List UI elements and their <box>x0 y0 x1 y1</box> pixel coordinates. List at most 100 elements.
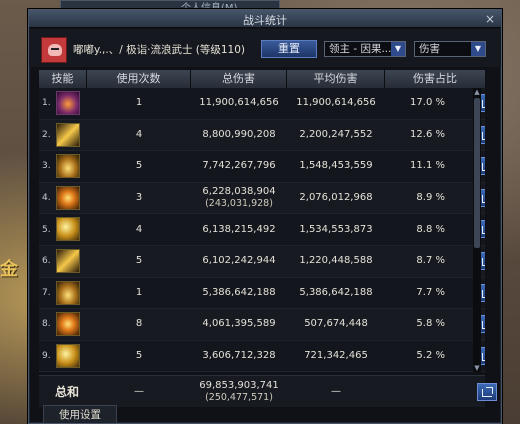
table-scrollbar[interactable]: ▲ ▼ <box>473 88 481 372</box>
total-label: 总和 <box>55 385 80 399</box>
row-total-cell: 11,900,614,656 <box>191 88 287 119</box>
row-count: 1 <box>135 97 143 109</box>
table-row: 6. 5 6,102,242,944 1,220,448,588 8.7 % <box>39 245 485 278</box>
row-total: 7,742,267,796 <box>202 160 276 172</box>
tab-usage-settings[interactable]: 使用设置 <box>43 405 117 423</box>
table-header: 技能 使用次数 总伤害 平均伤害 伤害占比 <box>39 70 485 88</box>
reset-button[interactable]: 重置 <box>261 40 317 58</box>
total-count: — <box>134 385 144 397</box>
total-damage: 69,853,903,741 <box>199 379 279 391</box>
player-header: 嘟嘟y.,.、/ 极诣·流浪武士 (等级110) 重置 领主 - 因果... ▼… <box>29 29 501 67</box>
table-row: 3. 5 7,742,267,796 1,548,453,559 11.1 % <box>39 151 485 183</box>
row-share: 5.8 % <box>416 318 445 330</box>
row-total: 11,900,614,656 <box>199 97 279 109</box>
row-count: 4 <box>135 128 143 140</box>
skill-icon[interactable] <box>56 312 80 337</box>
scroll-thumb[interactable] <box>474 98 480 248</box>
skill-icon[interactable] <box>56 343 80 368</box>
row-average: 507,674,448 <box>304 318 368 330</box>
row-count: 8 <box>135 318 143 330</box>
skill-table-body: 1. 1 11,900,614,656 11,900,614,656 17.0 … <box>39 88 485 374</box>
table-row: 8. 8 4,061,395,589 507,674,448 5.8 % <box>39 309 485 341</box>
row-average: 5,386,642,188 <box>299 286 373 298</box>
table-row: 4. 3 6,228,038,904 (243,031,928) 2,076,0… <box>39 182 485 215</box>
row-total: 6,228,038,904 <box>202 186 276 198</box>
row-share: 8.7 % <box>416 255 445 267</box>
background-side-text: 金 <box>0 259 18 280</box>
row-average: 1,534,553,873 <box>299 223 373 235</box>
skill-icon[interactable] <box>56 217 80 242</box>
row-count: 3 <box>135 192 143 204</box>
row-total-cell: 6,102,242,944 <box>191 246 287 277</box>
row-total: 3,606,712,328 <box>202 350 276 362</box>
column-header-skill[interactable]: 技能 <box>39 70 87 88</box>
close-button[interactable]: × <box>483 12 497 26</box>
column-header-total[interactable]: 总伤害 <box>191 70 287 88</box>
chevron-down-icon: ▼ <box>391 42 405 56</box>
row-count: 1 <box>135 286 143 298</box>
row-share: 12.6 % <box>410 128 445 140</box>
total-damage-cell: 69,853,903,741 (250,477,571) <box>191 376 287 407</box>
skill-icon[interactable] <box>56 122 80 147</box>
row-rank: 6. <box>42 256 51 267</box>
row-total-cell: 4,061,395,589 <box>191 309 287 340</box>
row-total: 5,386,642,188 <box>202 286 276 298</box>
row-total-cell: 6,138,215,492 <box>191 214 287 245</box>
row-share: 5.2 % <box>416 350 445 362</box>
metric-select[interactable]: 伤害 ▼ <box>414 41 486 57</box>
row-share: 7.7 % <box>416 286 445 298</box>
row-total-cell: 8,800,990,208 <box>191 120 287 151</box>
row-count: 5 <box>135 160 143 172</box>
row-average: 721,342,465 <box>304 350 368 362</box>
row-average: 1,548,453,559 <box>299 160 373 172</box>
table-row: 2. 4 8,800,990,208 2,200,247,552 12.6 % <box>39 119 485 152</box>
row-rank: 9. <box>42 351 51 362</box>
share-icon[interactable] <box>477 383 497 401</box>
row-total-sub: (243,031,928) <box>205 198 273 210</box>
row-rank: 8. <box>42 319 51 330</box>
skill-icon[interactable] <box>56 280 80 305</box>
row-rank: 4. <box>42 193 51 204</box>
scroll-down-icon[interactable]: ▼ <box>473 364 481 372</box>
row-average: 1,220,448,588 <box>299 255 373 267</box>
table-row: 5. 4 6,138,215,492 1,534,553,873 8.8 % <box>39 214 485 246</box>
row-total: 6,138,215,492 <box>202 223 276 235</box>
player-name: 嘟嘟y.,.、/ 极诣·流浪武士 (等级110) <box>73 44 246 56</box>
total-damage-sub: (250,477,571) <box>205 391 273 403</box>
skill-icon[interactable] <box>56 91 80 115</box>
scroll-up-icon[interactable]: ▲ <box>473 88 481 96</box>
row-rank: 2. <box>42 129 51 140</box>
row-count: 5 <box>135 255 143 267</box>
row-average: 11,900,614,656 <box>296 97 376 109</box>
row-total: 4,061,395,589 <box>202 318 276 330</box>
skill-icon[interactable] <box>56 185 80 210</box>
row-total: 6,102,242,944 <box>202 255 276 267</box>
row-share: 11.1 % <box>410 160 445 172</box>
skill-icon[interactable] <box>56 248 80 273</box>
table-row: 7. 1 5,386,642,188 5,386,642,188 7.7 % <box>39 277 485 310</box>
row-total-cell: 6,228,038,904 (243,031,928) <box>191 183 287 214</box>
row-total-cell: 3,606,712,328 <box>191 341 287 372</box>
chevron-down-icon: ▼ <box>471 42 485 56</box>
table-row: 9. 5 3,606,712,328 721,342,465 5.2 % <box>39 340 485 373</box>
row-average: 2,076,012,968 <box>299 192 373 204</box>
target-select-value: 领主 - 因果... <box>329 43 392 55</box>
total-average: — <box>331 385 341 397</box>
row-rank: 3. <box>42 161 51 172</box>
column-header-average[interactable]: 平均伤害 <box>287 70 385 88</box>
row-rank: 1. <box>42 98 51 109</box>
column-header-count[interactable]: 使用次数 <box>87 70 191 88</box>
column-header-share[interactable]: 伤害占比 <box>385 70 485 88</box>
target-select[interactable]: 领主 - 因果... ▼ <box>324 41 406 57</box>
row-rank: 5. <box>42 224 51 235</box>
skill-icon[interactable] <box>56 154 80 179</box>
row-total-cell: 7,742,267,796 <box>191 151 287 182</box>
total-row: 总和 — 69,853,903,741 (250,477,571) — <box>39 375 497 407</box>
row-total: 8,800,990,208 <box>202 128 276 140</box>
window-titlebar[interactable]: 战斗统计 × <box>29 10 501 28</box>
row-share: 8.9 % <box>416 192 445 204</box>
row-count: 4 <box>135 223 143 235</box>
row-total-cell: 5,386,642,188 <box>191 278 287 309</box>
row-count: 5 <box>135 350 143 362</box>
row-average: 2,200,247,552 <box>299 128 373 140</box>
